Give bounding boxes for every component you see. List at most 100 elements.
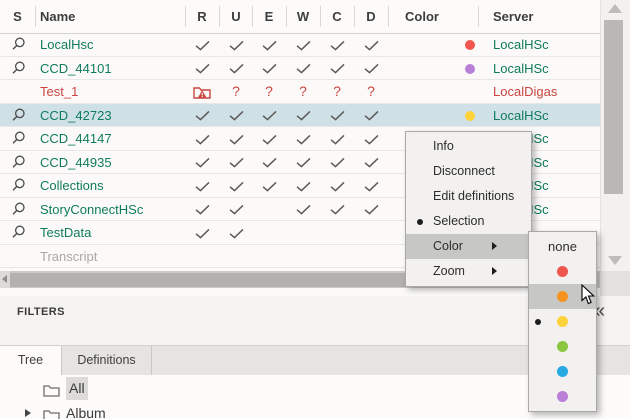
color-option-green[interactable]	[529, 334, 596, 359]
check-icon	[364, 110, 379, 121]
check-icon	[330, 181, 345, 192]
check-icon	[229, 157, 244, 168]
row-server: LocalHSc	[493, 57, 549, 80]
purple-color-dot	[557, 391, 568, 402]
color-option-purple[interactable]	[529, 384, 596, 409]
column-header-s[interactable]: S	[0, 0, 35, 33]
table-row-Test_1[interactable]: Test_1?????LocalDigas	[0, 80, 600, 104]
menu-item-color[interactable]: Color	[406, 234, 531, 259]
question-icon: ?	[252, 80, 286, 103]
search-icon[interactable]	[11, 61, 26, 76]
column-header-e[interactable]: E	[252, 0, 286, 33]
column-header-d[interactable]: D	[354, 0, 388, 33]
menu-item-selection[interactable]: Selection	[406, 209, 531, 234]
folder-icon	[43, 406, 60, 419]
check-icon	[296, 40, 311, 51]
red-color-dot	[557, 266, 568, 277]
search-icon[interactable]	[11, 37, 26, 52]
search-icon[interactable]	[11, 155, 26, 170]
search-icon[interactable]	[11, 108, 26, 123]
check-icon	[330, 204, 345, 215]
check-icon	[330, 110, 345, 121]
color-submenu: none	[528, 231, 597, 412]
scroll-up-icon[interactable]	[608, 4, 622, 13]
submenu-arrow-icon	[492, 242, 497, 250]
header-divider	[252, 6, 253, 27]
row-name: Transcript	[40, 245, 97, 268]
check-icon	[262, 40, 277, 51]
row-name: StoryConnectHSc	[40, 198, 143, 221]
search-icon[interactable]	[11, 131, 26, 146]
tree-item-label: Album	[66, 402, 106, 419]
expand-arrow-icon[interactable]	[25, 409, 31, 417]
question-icon: ?	[320, 80, 354, 103]
check-icon	[229, 40, 244, 51]
check-icon	[195, 63, 210, 74]
search-icon[interactable]	[11, 178, 26, 193]
check-icon	[330, 40, 345, 51]
scroll-down-icon[interactable]	[608, 256, 622, 265]
scroll-left-button[interactable]	[0, 271, 10, 288]
tab-tree[interactable]: Tree	[0, 346, 62, 376]
table-row-CCD_44101[interactable]: CCD_44101LocalHSc	[0, 57, 600, 81]
row-name: LocalHsc	[40, 33, 93, 56]
menu-item-edit-definitions[interactable]: Edit definitions	[406, 184, 531, 209]
table-row-LocalHsc[interactable]: LocalHsc LocalHSc	[0, 33, 600, 57]
column-header-name[interactable]: Name	[40, 0, 75, 33]
column-header-r[interactable]: R	[185, 0, 219, 33]
header-divider	[354, 6, 355, 27]
column-header-color[interactable]: Color	[405, 0, 439, 33]
check-icon	[195, 181, 210, 192]
check-icon	[262, 134, 277, 145]
color-option-none[interactable]: none	[529, 234, 596, 259]
row-name: Collections	[40, 174, 104, 197]
row-name: CCD_44935	[40, 151, 112, 174]
column-header-w[interactable]: W	[286, 0, 320, 33]
table-row-CCD_42723[interactable]: CCD_42723LocalHSc	[0, 104, 600, 128]
check-icon	[262, 157, 277, 168]
tree-item-all[interactable]: All	[0, 377, 400, 400]
column-header-server[interactable]: Server	[493, 0, 533, 33]
row-server: LocalDigas	[493, 80, 557, 103]
green-color-dot	[557, 341, 568, 352]
row-name: CCD_42723	[40, 104, 112, 127]
search-icon[interactable]	[11, 225, 26, 240]
menu-item-zoom[interactable]: Zoom	[406, 259, 531, 284]
check-icon	[296, 204, 311, 215]
tree-item-album[interactable]: Album	[0, 402, 400, 419]
menu-item-label: Disconnect	[433, 164, 495, 178]
check-icon	[296, 110, 311, 121]
row-name: TestData	[40, 221, 91, 244]
check-icon	[364, 134, 379, 145]
check-icon	[195, 134, 210, 145]
header-divider	[478, 6, 479, 27]
selected-marker-icon	[417, 219, 423, 225]
check-icon	[330, 157, 345, 168]
menu-item-disconnect[interactable]: Disconnect	[406, 159, 531, 184]
check-icon	[364, 181, 379, 192]
check-icon	[229, 228, 244, 239]
tab-definitions[interactable]: Definitions	[62, 346, 152, 376]
color-option-red[interactable]	[529, 259, 596, 284]
check-icon	[296, 63, 311, 74]
column-header-c[interactable]: C	[320, 0, 354, 33]
check-icon	[229, 134, 244, 145]
header-divider	[35, 6, 36, 27]
column-header-u[interactable]: U	[219, 0, 253, 33]
check-icon	[364, 63, 379, 74]
color-option-yellow[interactable]	[529, 309, 596, 334]
check-icon	[364, 157, 379, 168]
connections-screen: S Name R U E W C D Color Server LocalHsc…	[0, 0, 630, 419]
search-icon[interactable]	[11, 202, 26, 217]
table-vertical-scrollbar[interactable]	[600, 0, 630, 271]
header-divider	[388, 6, 389, 27]
row-server: LocalHSc	[493, 33, 549, 56]
check-icon	[330, 63, 345, 74]
header-divider	[185, 6, 186, 27]
color-option-blue[interactable]	[529, 359, 596, 384]
warning-folder-icon	[193, 85, 211, 104]
menu-item-label: Zoom	[433, 264, 465, 278]
menu-item-info[interactable]: Info	[406, 134, 531, 159]
vertical-scrollbar-thumb[interactable]	[604, 20, 623, 194]
check-icon	[296, 134, 311, 145]
